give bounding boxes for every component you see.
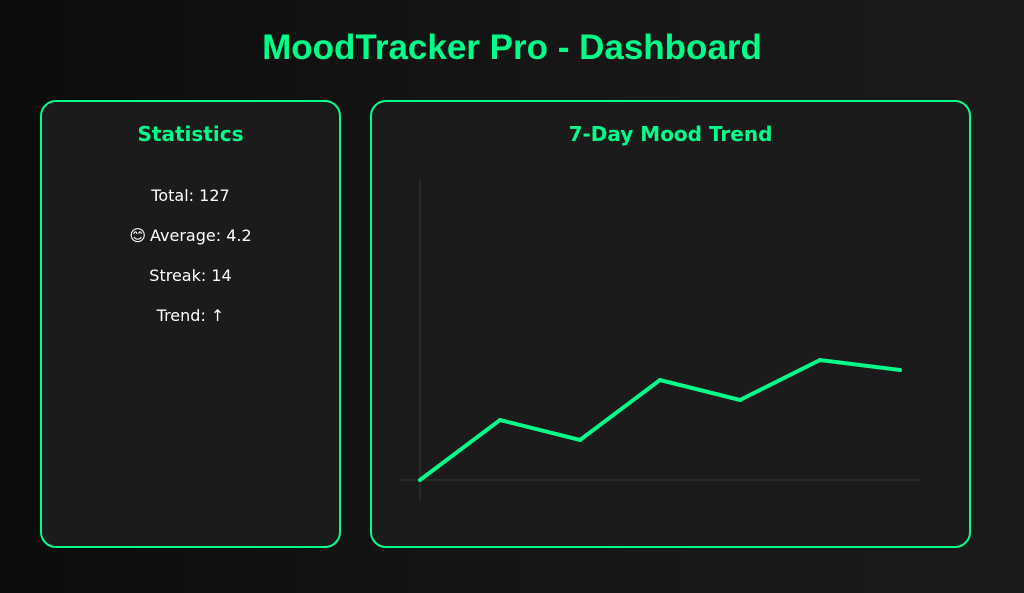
stat-trend: Trend: ↑ xyxy=(156,306,225,325)
mood-data-point xyxy=(818,358,822,362)
mood-trend-chart xyxy=(400,180,920,500)
stat-average: 😊 Average: 4.2 xyxy=(42,226,339,246)
mood-data-point xyxy=(658,378,662,382)
statistics-title: Statistics xyxy=(137,122,244,146)
stat-average-label: Average: 4.2 xyxy=(150,226,252,245)
stat-total: Total: 127 xyxy=(151,186,230,205)
mood-trend-panel: 7-Day Mood Trend xyxy=(370,100,971,548)
statistics-panel: Statistics Total: 127 😊 Average: 4.2 Stre… xyxy=(40,100,341,548)
mood-data-point xyxy=(898,368,902,372)
app-title: MoodTracker Pro - Dashboard xyxy=(262,28,762,67)
mood-data-point xyxy=(578,438,582,442)
smiling-face-icon: 😊 xyxy=(129,226,147,245)
stat-streak: Streak: 14 xyxy=(149,266,232,285)
mood-data-point xyxy=(738,398,742,402)
mood-data-point xyxy=(418,478,422,482)
mood-data-point xyxy=(498,418,502,422)
